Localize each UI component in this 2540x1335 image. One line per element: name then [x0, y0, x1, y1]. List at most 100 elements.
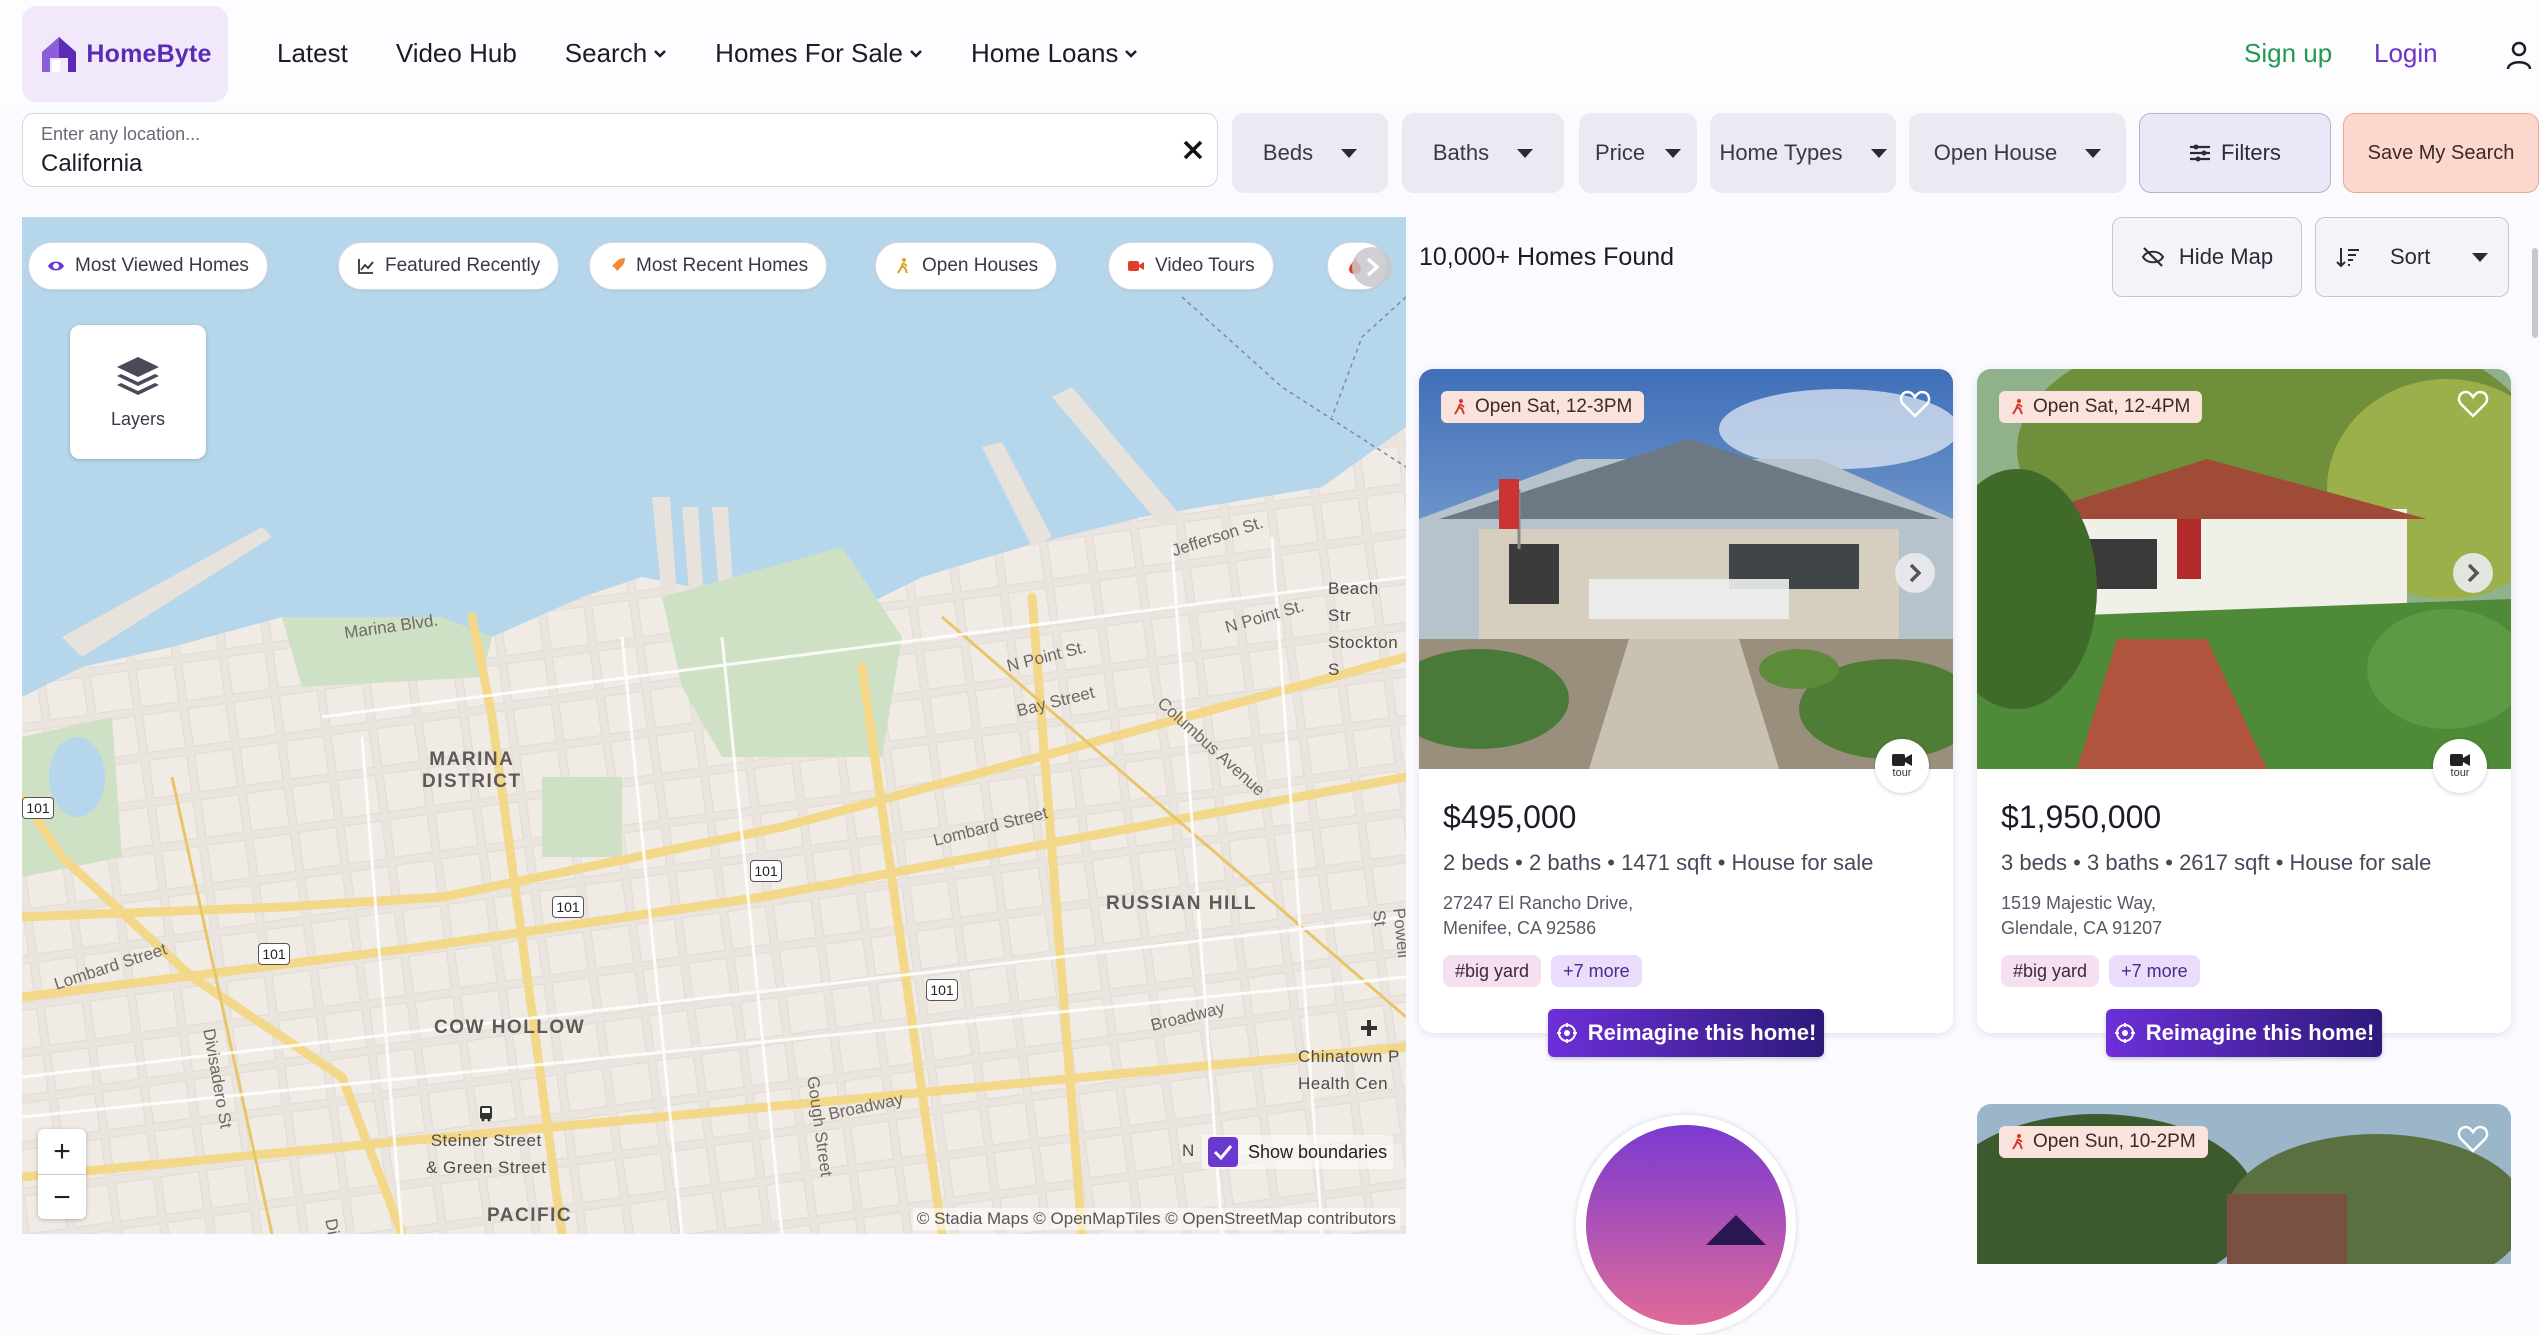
- close-icon[interactable]: [1181, 138, 1205, 162]
- tag[interactable]: #big yard: [1443, 955, 1542, 987]
- nav-latest[interactable]: Latest: [277, 38, 348, 69]
- checkbox[interactable]: [1208, 1137, 1238, 1167]
- show-boundaries-label: Show boundaries: [1248, 1141, 1388, 1162]
- caret-down-icon: [1665, 148, 1682, 158]
- listing-card[interactable]: Open Sat, 12-3PM tour $495,000 2 beds • …: [1419, 369, 1953, 1057]
- heart-icon[interactable]: [1899, 389, 1931, 419]
- beds-dropdown[interactable]: Beds: [1232, 113, 1388, 193]
- heart-icon[interactable]: [2457, 389, 2489, 419]
- homebyte-logo[interactable]: HomeByte: [22, 6, 228, 102]
- chip-most-viewed[interactable]: Most Viewed Homes: [28, 242, 268, 290]
- chevron-down-icon: [654, 49, 667, 58]
- nav-homes-for-sale[interactable]: Homes For Sale: [715, 38, 923, 69]
- listing-tags: #big yard +7 more: [2001, 955, 2200, 987]
- tour-button[interactable]: tour: [1875, 739, 1929, 793]
- tag[interactable]: #big yard: [2001, 955, 2100, 987]
- hide-map-button[interactable]: Hide Map: [2112, 217, 2302, 297]
- map-label-line: Steiner Street: [430, 1131, 542, 1150]
- chip-featured-recently[interactable]: Featured Recently: [338, 242, 560, 290]
- caret-down-icon: [1517, 148, 1534, 158]
- scrollbar[interactable]: [2532, 248, 2538, 338]
- heart-icon[interactable]: [2457, 1124, 2489, 1154]
- map-label-line: Stockton S: [1328, 633, 1399, 679]
- sort-dropdown[interactable]: Sort: [2315, 217, 2509, 297]
- video-camera-icon: [1892, 754, 1912, 766]
- next-photo-button[interactable]: [2453, 553, 2493, 593]
- chevron-down-icon: [1125, 49, 1138, 58]
- walking-person-icon: [897, 258, 908, 274]
- login-link[interactable]: Login: [2374, 38, 2438, 69]
- chip-open-houses[interactable]: Open Houses: [875, 242, 1058, 290]
- search-input[interactable]: California: [41, 150, 142, 178]
- nav-home-loans-label: Home Loans: [971, 38, 1119, 68]
- chips-scroll-right[interactable]: [1352, 247, 1392, 287]
- map-label-line: MARINA: [429, 749, 515, 770]
- nav-latest-label: Latest: [277, 38, 348, 68]
- map-label-line: Health Cen: [1298, 1074, 1389, 1093]
- filters-button[interactable]: Filters: [2139, 113, 2331, 193]
- listing-price: $495,000: [1443, 799, 1577, 835]
- listing-card[interactable]: Open Sat, 12-4PM tour $1,950,000 3 beds …: [1977, 369, 2511, 1057]
- zoom-in-button[interactable]: +: [38, 1129, 86, 1174]
- search-placeholder: Enter any location...: [41, 124, 201, 144]
- listing-photo[interactable]: Open Sat, 12-3PM: [1419, 369, 1953, 769]
- chip-label: Video Tours: [1155, 255, 1255, 276]
- user-icon[interactable]: [2506, 40, 2532, 70]
- home-types-dropdown[interactable]: Home Types: [1710, 113, 1896, 193]
- chip-label: Featured Recently: [385, 255, 541, 276]
- more-tags[interactable]: +7 more: [1551, 955, 1642, 987]
- header: HomeByte Latest Video Hub Search Homes F…: [0, 0, 2540, 110]
- save-search-button[interactable]: Save My Search: [2343, 113, 2539, 193]
- chip-most-recent[interactable]: Most Recent Homes: [589, 242, 828, 290]
- nav-homes-for-sale-label: Homes For Sale: [715, 38, 904, 68]
- main-nav: Latest Video Hub Search Homes For Sale H…: [277, 38, 1138, 69]
- signup-link[interactable]: Sign up: [2244, 38, 2332, 69]
- zoom-out-button[interactable]: −: [38, 1175, 86, 1220]
- baths-dropdown[interactable]: Baths: [1402, 113, 1564, 193]
- highway-shield: 101: [552, 896, 584, 918]
- layers-button[interactable]: Layers: [70, 325, 206, 459]
- house-photo: [1977, 369, 2511, 769]
- caret-down-icon: [2085, 148, 2102, 158]
- price-dropdown[interactable]: Price: [1579, 113, 1697, 193]
- highway-shield: 101: [258, 943, 290, 965]
- hide-map-label: Hide Map: [2178, 244, 2274, 269]
- location-search[interactable]: Enter any location... California: [22, 113, 1218, 187]
- map-attribution[interactable]: © Stadia Maps © OpenMapTiles © OpenStree…: [912, 1208, 1400, 1230]
- listing-facts: 2 beds • 2 baths • 1471 sqft • House for…: [1443, 850, 1874, 875]
- tour-button[interactable]: tour: [2433, 739, 2487, 793]
- listing-tags: #big yard +7 more: [1443, 955, 1642, 987]
- show-boundaries-toggle[interactable]: Show boundaries: [1202, 1135, 1394, 1169]
- rocket-icon: [611, 258, 625, 272]
- map-label-line: DISTRICT: [422, 771, 522, 792]
- address-line: Menifee, CA 92586: [1443, 918, 1597, 938]
- chip-label: Most Viewed Homes: [75, 255, 249, 276]
- chevron-right-icon: [2467, 563, 2480, 583]
- chip-video-tours[interactable]: Video Tours: [1108, 242, 1274, 290]
- listing-photo[interactable]: Open Sat, 12-4PM: [1977, 369, 2511, 769]
- nav-video-hub[interactable]: Video Hub: [396, 38, 517, 69]
- sparkle-brain-icon: [2114, 1023, 2135, 1043]
- map[interactable]: Most Viewed Homes Featured Recently Most…: [22, 217, 1406, 1234]
- map-label-cow-hollow: COW HOLLOW: [434, 1017, 586, 1038]
- caret-down-icon: [1341, 148, 1358, 158]
- layers-label: Layers: [110, 408, 166, 429]
- bus-stop-icon: [480, 1106, 493, 1122]
- nav-home-loans[interactable]: Home Loans: [971, 38, 1138, 69]
- listing-address[interactable]: 27247 El Rancho Drive, Menifee, CA 92586: [1443, 891, 1633, 941]
- listing-card-partial[interactable]: Open Sun, 10-2PM: [1977, 1104, 2511, 1264]
- chevron-down-icon: [910, 49, 922, 58]
- more-tags[interactable]: +7 more: [2109, 955, 2200, 987]
- promo-circle-image[interactable]: [1576, 1115, 1796, 1335]
- map-label-steiner: Steiner Street & Green Street: [426, 1105, 546, 1181]
- reimagine-button[interactable]: Reimagine this home!: [1548, 1009, 1824, 1057]
- nav-search[interactable]: Search: [565, 38, 667, 69]
- listing-address[interactable]: 1519 Majestic Way, Glendale, CA 91207: [2001, 891, 2162, 941]
- house-photo: [1419, 369, 1953, 769]
- caret-down-icon: [2472, 252, 2488, 262]
- next-photo-button[interactable]: [1895, 553, 1935, 593]
- reimagine-button[interactable]: Reimagine this home!: [2106, 1009, 2382, 1057]
- open-house-dropdown[interactable]: Open House: [1909, 113, 2126, 193]
- open-house-badge: Open Sun, 10-2PM: [1999, 1126, 2208, 1158]
- house-logo-icon: [42, 37, 77, 72]
